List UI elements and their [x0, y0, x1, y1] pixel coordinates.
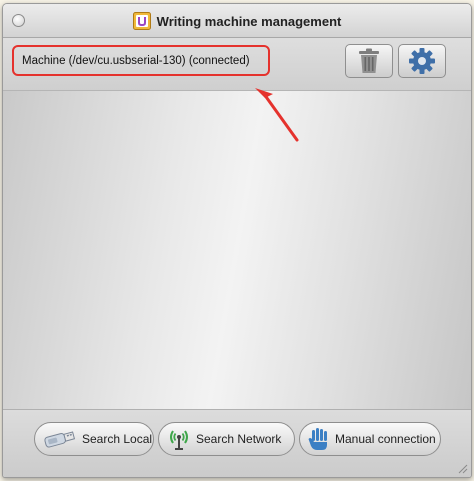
window-title: Writing machine management	[156, 13, 342, 29]
manual-connection-button[interactable]: Manual connection	[299, 422, 441, 456]
window-title-area: Writing machine management	[3, 11, 471, 31]
machine-management-window: Writing machine management Machine (/dev…	[2, 3, 472, 478]
manual-connection-label: Manual connection	[335, 432, 436, 446]
title-bar: Writing machine management	[3, 4, 471, 38]
bottom-toolbar: Search Local Search Network Manual conne…	[3, 409, 471, 477]
wireless-antenna-icon	[170, 430, 188, 450]
gear-icon	[409, 48, 435, 74]
app-icon	[132, 12, 151, 30]
search-local-button[interactable]: Search Local	[34, 422, 154, 456]
search-network-button[interactable]: Search Network	[158, 422, 295, 456]
usb-drive-icon	[44, 431, 76, 448]
search-local-label: Search Local	[82, 432, 153, 446]
machine-settings-button[interactable]	[398, 44, 446, 78]
resize-grip[interactable]	[456, 462, 468, 474]
search-network-label: Search Network	[196, 432, 282, 446]
delete-machine-button[interactable]	[345, 44, 393, 78]
hand-icon	[308, 428, 327, 450]
machine-list-area	[3, 91, 471, 409]
machine-row: Machine (/dev/cu.usbserial-130) (connect…	[3, 38, 471, 91]
annotation-arrow	[255, 88, 299, 142]
machine-status-label[interactable]: Machine (/dev/cu.usbserial-130) (connect…	[12, 45, 270, 76]
trash-icon	[359, 48, 379, 73]
